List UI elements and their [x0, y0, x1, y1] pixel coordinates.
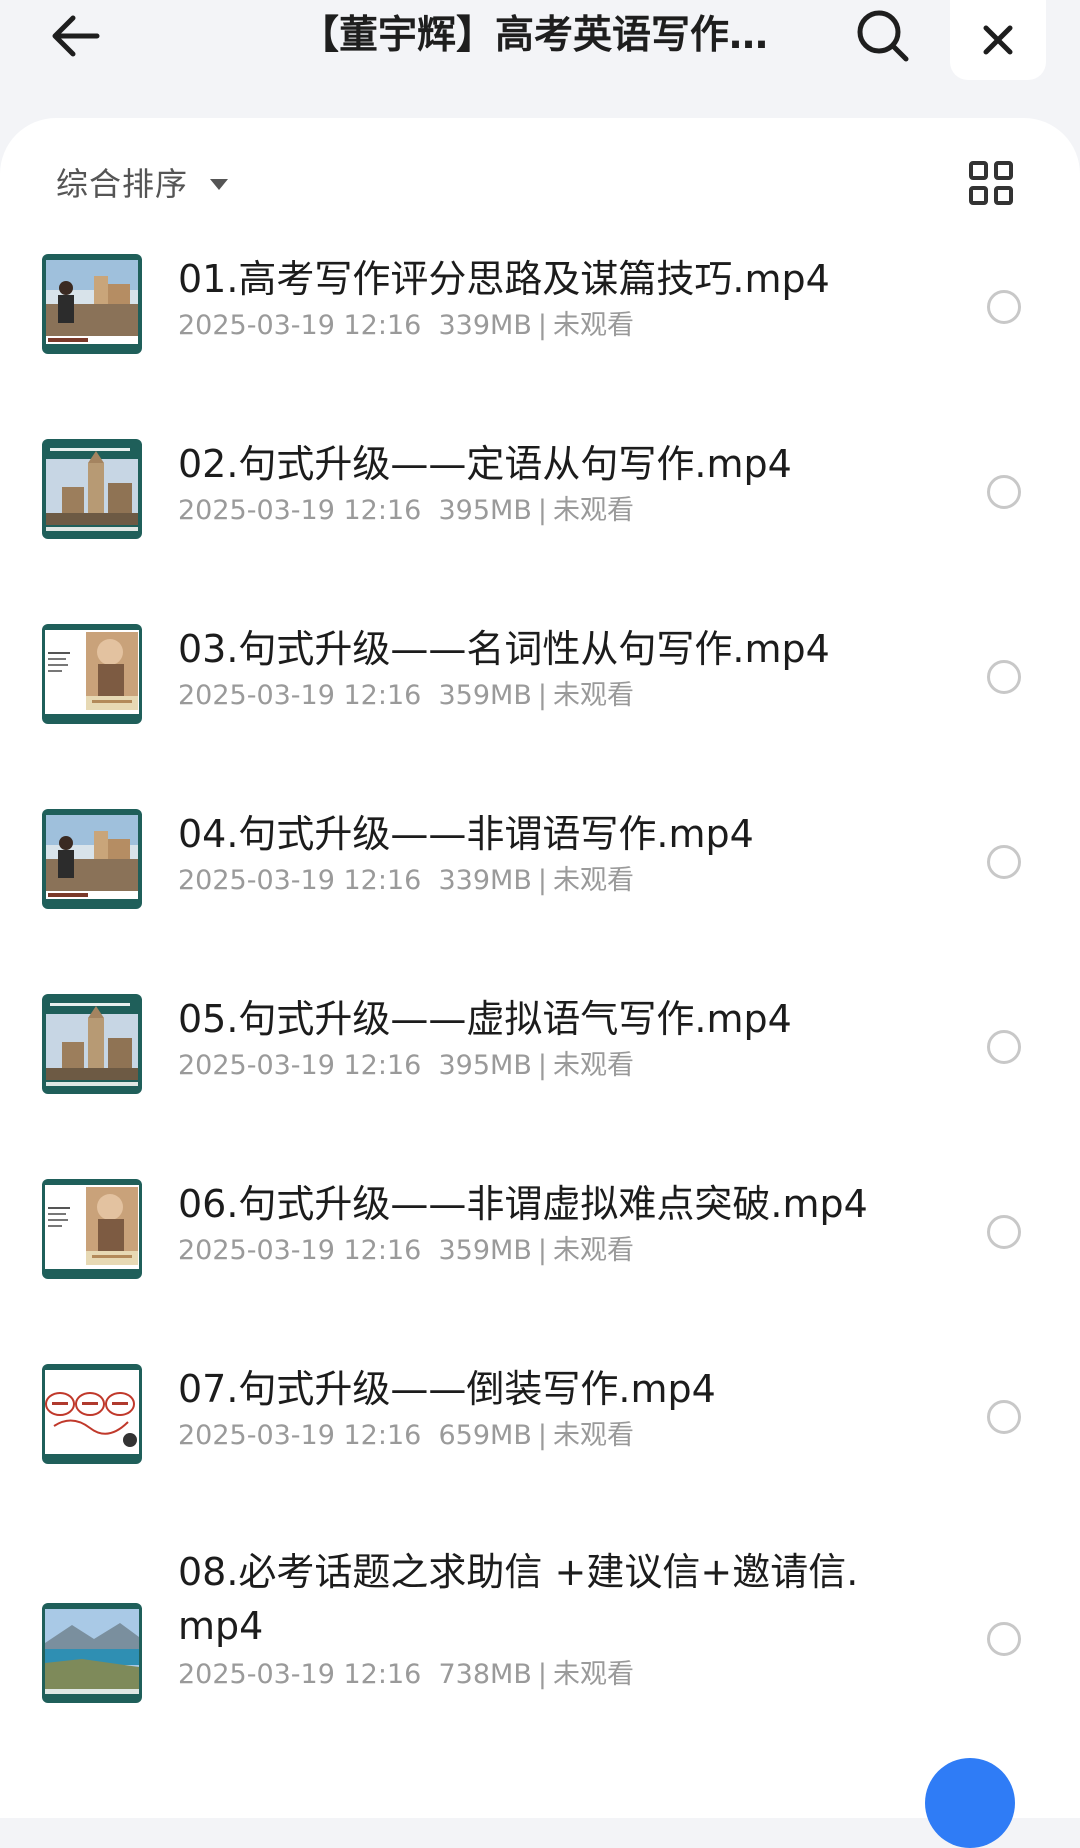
meta-separator: | — [537, 1050, 547, 1081]
file-size: 738MB — [438, 1659, 532, 1690]
file-size: 395MB — [438, 495, 532, 526]
watch-status: 未观看 — [552, 1420, 634, 1451]
meta-separator: | — [537, 1235, 547, 1266]
file-row[interactable]: 01.高考写作评分思路及谋篇技巧.mp4 2025-03-19 12:16 339… — [0, 252, 1080, 422]
watch-status: 未观看 — [552, 1050, 634, 1081]
file-meta: 2025-03-19 12:16 395MB | 未观看 — [178, 1046, 634, 1086]
file-meta: 2025-03-19 12:16 359MB | 未观看 — [178, 1231, 634, 1271]
meta-separator: | — [537, 495, 547, 526]
meta-spacer — [421, 680, 438, 711]
meta-separator: | — [537, 1659, 547, 1690]
file-size: 339MB — [438, 865, 532, 896]
file-size: 359MB — [438, 680, 532, 711]
meta-spacer — [421, 1659, 438, 1690]
select-radio[interactable] — [987, 290, 1021, 324]
select-radio[interactable] — [987, 1622, 1021, 1656]
back-button[interactable] — [40, 4, 110, 68]
file-date: 2025-03-19 12:16 — [178, 680, 422, 711]
meta-spacer — [421, 310, 438, 341]
meta-separator: | — [537, 865, 547, 896]
watch-status: 未观看 — [552, 1659, 634, 1690]
close-button[interactable] — [950, 0, 1046, 80]
meta-separator: | — [537, 310, 547, 341]
file-row[interactable]: 05.句式升级——虚拟语气写作.mp4 2025-03-19 12:16 395M… — [0, 992, 1080, 1162]
file-name: 05.句式升级——虚拟语气写作.mp4 — [178, 997, 792, 1041]
file-size: 395MB — [438, 1050, 532, 1081]
file-date: 2025-03-19 12:16 — [178, 1050, 422, 1081]
watch-status: 未观看 — [552, 310, 634, 341]
meta-separator: | — [537, 680, 547, 711]
file-meta: 2025-03-19 12:16 738MB | 未观看 — [178, 1655, 634, 1695]
back-arrow-icon — [52, 15, 100, 57]
video-thumbnail — [42, 1364, 142, 1464]
file-row[interactable]: 06.句式升级——非谓虚拟难点突破.mp4 2025-03-19 12:16 35… — [0, 1177, 1080, 1347]
meta-spacer — [421, 865, 438, 896]
watch-status: 未观看 — [552, 1235, 634, 1266]
file-size: 359MB — [438, 1235, 532, 1266]
search-icon — [857, 10, 909, 62]
file-date: 2025-03-19 12:16 — [178, 865, 422, 896]
file-date: 2025-03-19 12:16 — [178, 1420, 422, 1451]
file-date: 2025-03-19 12:16 — [178, 495, 422, 526]
file-meta: 2025-03-19 12:16 339MB | 未观看 — [178, 306, 634, 346]
file-name: 08.必考话题之求助信 +建议信+邀请信.mp4 — [178, 1550, 859, 1648]
video-thumbnail — [42, 1179, 142, 1279]
select-radio[interactable] — [987, 475, 1021, 509]
select-radio[interactable] — [987, 1215, 1021, 1249]
file-row[interactable]: 08.必考话题之求助信 +建议信+邀请信.mp4 2025-03-19 12:16… — [0, 1547, 1080, 1717]
video-thumbnail — [42, 994, 142, 1094]
file-name: 01.高考写作评分思路及谋篇技巧.mp4 — [178, 257, 830, 301]
file-row[interactable]: 03.句式升级——名词性从句写作.mp4 2025-03-19 12:16 359… — [0, 622, 1080, 792]
file-row[interactable]: 02.句式升级——定语从句写作.mp4 2025-03-19 12:16 395M… — [0, 437, 1080, 607]
video-thumbnail — [42, 439, 142, 539]
meta-spacer — [421, 1235, 438, 1266]
file-name: 03.句式升级——名词性从句写作.mp4 — [178, 627, 830, 671]
watch-status: 未观看 — [552, 495, 634, 526]
file-meta: 2025-03-19 12:16 359MB | 未观看 — [178, 676, 634, 716]
grid-view-icon — [969, 161, 1013, 205]
file-date: 2025-03-19 12:16 — [178, 310, 422, 341]
file-size: 659MB — [438, 1420, 532, 1451]
meta-spacer — [421, 1420, 438, 1451]
video-thumbnail — [42, 809, 142, 909]
select-radio[interactable] — [987, 845, 1021, 879]
file-date: 2025-03-19 12:16 — [178, 1659, 422, 1690]
file-row[interactable]: 04.句式升级——非谓语写作.mp4 2025-03-19 12:16 339MB… — [0, 807, 1080, 977]
grid-view-button[interactable] — [968, 160, 1018, 210]
sort-label: 综合排序 — [56, 165, 189, 203]
watch-status: 未观看 — [552, 680, 634, 711]
close-icon — [983, 25, 1013, 55]
file-meta: 2025-03-19 12:16 659MB | 未观看 — [178, 1416, 634, 1456]
file-name: 02.句式升级——定语从句写作.mp4 — [178, 442, 792, 486]
file-date: 2025-03-19 12:16 — [178, 1235, 422, 1266]
meta-separator: | — [537, 1420, 547, 1451]
watch-status: 未观看 — [552, 865, 634, 896]
page-title: 【董宇辉】高考英语写作素材课 — [300, 13, 800, 58]
select-radio[interactable] — [987, 660, 1021, 694]
select-radio[interactable] — [987, 1030, 1021, 1064]
search-button[interactable] — [848, 4, 918, 68]
caret-down-icon — [210, 178, 229, 190]
video-thumbnail — [42, 254, 142, 354]
select-radio[interactable] — [987, 1400, 1021, 1434]
video-thumbnail — [42, 624, 142, 724]
meta-spacer — [421, 495, 438, 526]
file-size: 339MB — [438, 310, 532, 341]
file-name: 06.句式升级——非谓虚拟难点突破.mp4 — [178, 1182, 868, 1226]
meta-spacer — [421, 1050, 438, 1081]
video-thumbnail — [42, 1603, 142, 1703]
sort-dropdown[interactable]: 综合排序 — [56, 160, 229, 204]
top-bar: 【董宇辉】高考英语写作素材课 — [0, 0, 1080, 120]
file-name: 04.句式升级——非谓语写作.mp4 — [178, 812, 754, 856]
file-row[interactable]: 07.句式升级——倒装写作.mp4 2025-03-19 12:16 659MB |… — [0, 1362, 1080, 1532]
file-name: 07.句式升级——倒装写作.mp4 — [178, 1367, 716, 1411]
floating-action-button[interactable] — [925, 1758, 1015, 1848]
file-meta: 2025-03-19 12:16 339MB | 未观看 — [178, 861, 634, 901]
file-meta: 2025-03-19 12:16 395MB | 未观看 — [178, 491, 634, 531]
